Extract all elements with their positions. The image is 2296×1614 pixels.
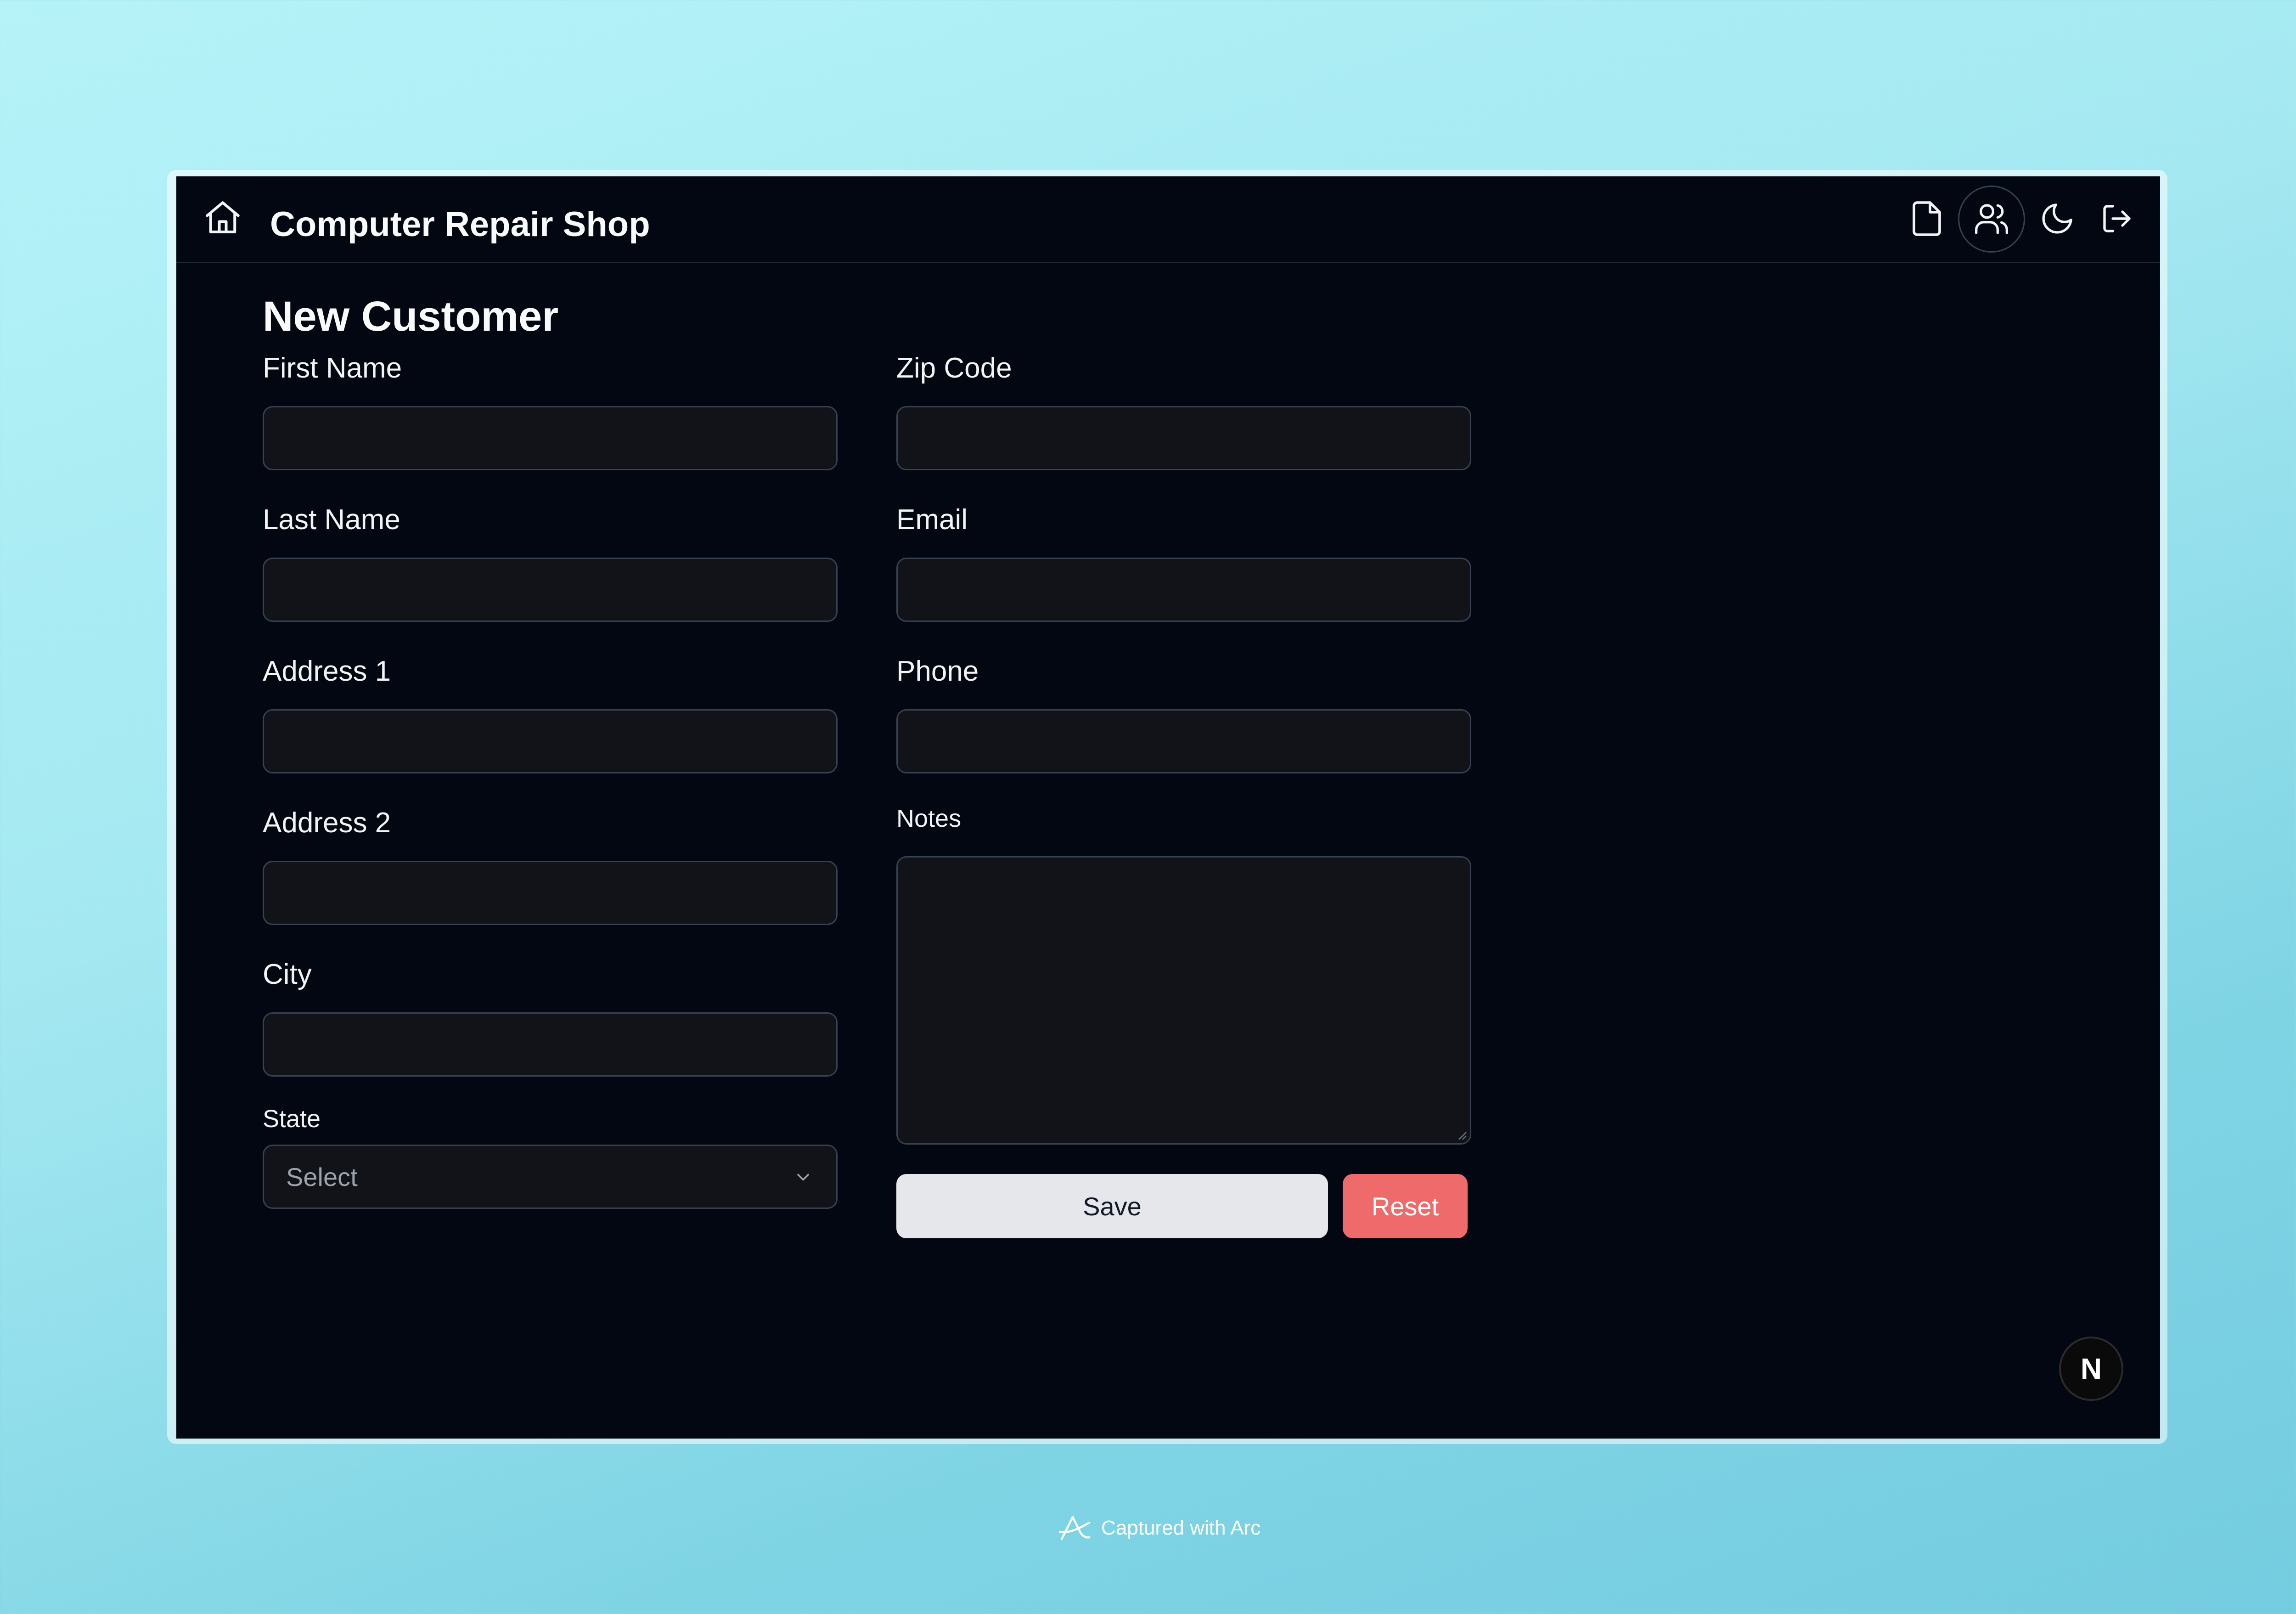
state-select-value: Select [286,1163,358,1191]
captured-with-arc: Captured with Arc [1058,1512,1261,1544]
state-select[interactable]: Select [263,1145,838,1209]
last-name-label: Last Name [263,504,400,536]
state-label: State [263,1105,321,1133]
moon-icon[interactable] [2039,200,2076,237]
app-window: Computer Repair Shop New Customer First … [176,176,2160,1439]
address-1-input[interactable] [263,709,838,773]
first-name-label: First Name [263,352,402,384]
phone-input[interactable] [896,709,1471,773]
phone-label: Phone [896,655,979,687]
zip-code-label: Zip Code [896,352,1012,384]
save-button[interactable]: Save [896,1174,1328,1238]
chevron-down-icon [793,1167,813,1187]
first-name-input[interactable] [263,406,838,470]
address-1-label: Address 1 [263,655,391,687]
last-name-input[interactable] [263,558,838,622]
address-2-label: Address 2 [263,807,391,839]
notes-textarea[interactable] [896,856,1471,1145]
nextjs-dev-badge[interactable]: N [2059,1337,2123,1401]
city-label: City [263,959,312,990]
arc-logo-icon [1058,1516,1091,1541]
city-input[interactable] [263,1012,838,1077]
capture-caption: Captured with Arc [1101,1517,1261,1539]
notes-label: Notes [896,805,962,832]
customers-button[interactable] [1958,186,2025,253]
users-icon [1975,204,2009,234]
file-icon[interactable] [1908,199,1946,238]
zip-code-input[interactable] [896,406,1471,470]
resize-handle-icon[interactable] [1456,1129,1467,1140]
app-title[interactable]: Computer Repair Shop [270,204,650,245]
top-navbar: Computer Repair Shop [176,176,2160,263]
email-input[interactable] [896,558,1471,622]
home-icon[interactable] [202,198,243,239]
reset-button[interactable]: Reset [1343,1174,1468,1238]
email-label: Email [896,504,968,536]
logout-icon[interactable] [2100,202,2133,235]
page-title: New Customer [263,293,559,340]
address-2-input[interactable] [263,861,838,925]
